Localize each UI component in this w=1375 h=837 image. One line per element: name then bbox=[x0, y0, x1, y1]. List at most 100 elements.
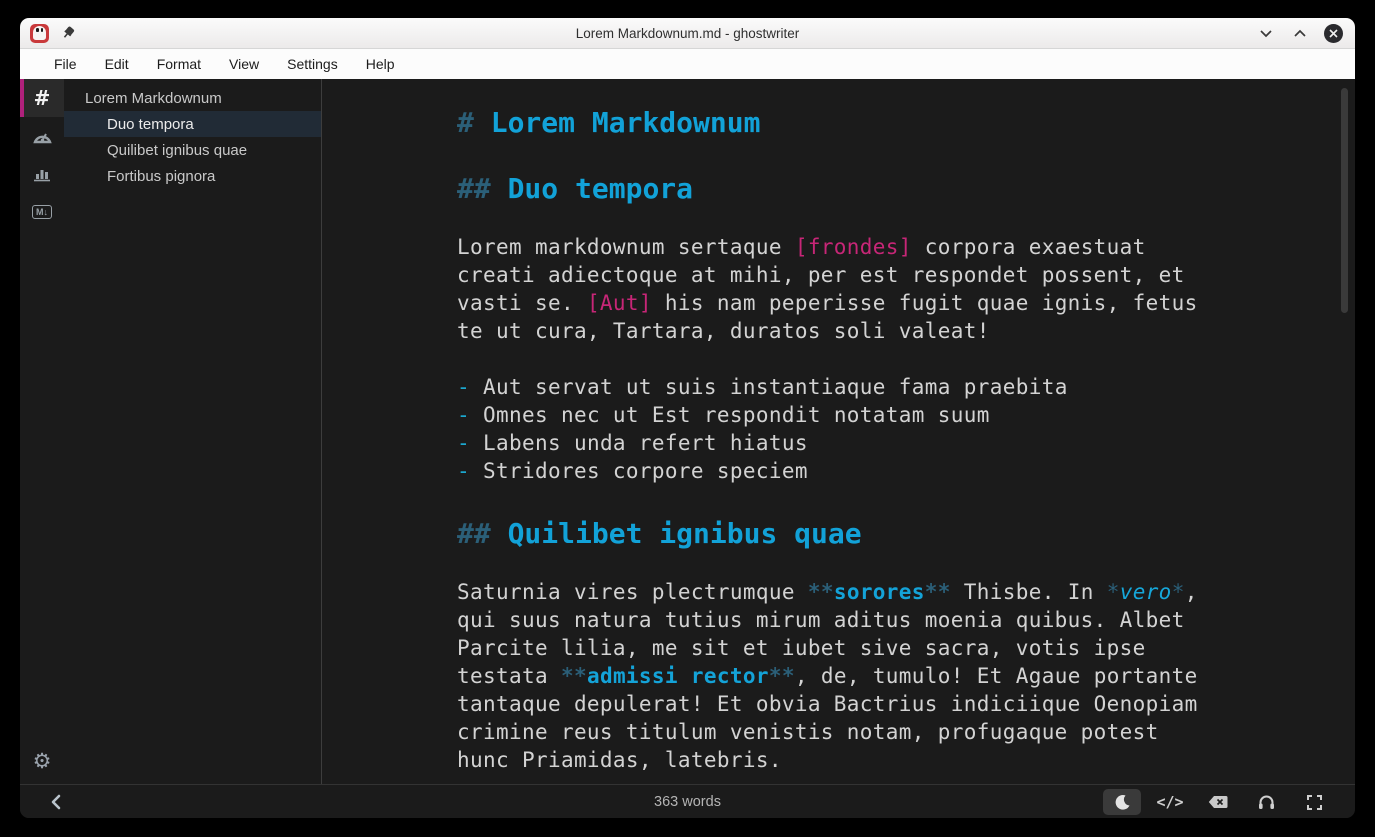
backspace-icon bbox=[1208, 795, 1228, 809]
gear-icon: ⚙ bbox=[33, 751, 52, 772]
text-segment: Aut servat ut suis instantiaque fama pra… bbox=[483, 375, 1068, 399]
text-segment: corpora exaestuat bbox=[912, 235, 1146, 259]
menu-edit[interactable]: Edit bbox=[91, 49, 143, 79]
text-segment: , de, tumulo! Et Agaue portante bbox=[795, 664, 1198, 688]
list-item: - Stridores corpore speciem bbox=[457, 457, 1198, 485]
text-line: Saturnia vires plectrumque **sorores** T… bbox=[457, 578, 1198, 606]
text-segment: [frondes] bbox=[795, 235, 912, 259]
list-item: - Aut servat ut suis instantiaque fama p… bbox=[457, 373, 1198, 401]
heading-marker: ## bbox=[457, 517, 508, 550]
maximize-button[interactable] bbox=[1290, 23, 1310, 43]
text-segment: crimine reus titulum venistis notam, pro… bbox=[457, 720, 1159, 744]
settings-button[interactable]: ⚙ bbox=[20, 744, 64, 778]
editor-pane[interactable]: # Lorem Markdownum ## Duo tempora Lorem ma… bbox=[322, 79, 1355, 784]
text-segment: hunc Priamidas, latebris. bbox=[457, 748, 782, 772]
menubar: FileEditFormatViewSettingsHelp bbox=[20, 49, 1355, 79]
outline-item[interactable]: Duo tempora bbox=[64, 111, 321, 137]
text-segment: - bbox=[457, 459, 483, 483]
editor-content: # Lorem Markdownum ## Duo tempora Lorem ma… bbox=[457, 105, 1198, 784]
outline-item[interactable]: Quilibet ignibus quae bbox=[64, 137, 321, 163]
menu-format[interactable]: Format bbox=[143, 49, 215, 79]
menu-view[interactable]: View bbox=[215, 49, 273, 79]
text-segment: Parcite lilia, me sit et iubet sive sacr… bbox=[457, 636, 1146, 660]
hide-sidebar-button[interactable] bbox=[50, 794, 62, 810]
text-segment: vero bbox=[1120, 580, 1172, 604]
text-segment: Labens unda refert hiatus bbox=[483, 431, 808, 455]
heading-text: Lorem Markdownum bbox=[491, 106, 761, 139]
close-button[interactable] bbox=[1324, 24, 1343, 43]
text-segment: Lorem markdownum sertaque bbox=[457, 235, 795, 259]
paragraph: Saturnia vires plectrumque **sorores** T… bbox=[457, 578, 1198, 774]
tab-document-statistics[interactable] bbox=[20, 155, 64, 193]
text-segment: ** bbox=[561, 664, 587, 688]
fullscreen-icon bbox=[1307, 795, 1322, 810]
headphones-icon bbox=[1258, 794, 1275, 810]
text-segment: * bbox=[1172, 580, 1185, 604]
text-segment: te ut cura, Tartara, duratos soli valeat… bbox=[457, 319, 990, 343]
text-segment: , bbox=[1185, 580, 1198, 604]
hash-icon: # bbox=[34, 86, 51, 110]
text-segment: Stridores corpore speciem bbox=[483, 459, 808, 483]
text-segment: - bbox=[457, 375, 483, 399]
text-line: Lorem markdownum sertaque [frondes] corp… bbox=[457, 233, 1198, 261]
text-segment: tantaque depulerat! Et obvia Bactrius in… bbox=[457, 692, 1198, 716]
text-segment: Omnes nec ut Est respondit notatam suum bbox=[483, 403, 990, 427]
text-line: te ut cura, Tartara, duratos soli valeat… bbox=[457, 317, 1198, 345]
menu-file[interactable]: File bbox=[40, 49, 91, 79]
gauge-icon bbox=[33, 128, 52, 144]
outline-panel: Lorem MarkdownumDuo temporaQuilibet igni… bbox=[64, 79, 321, 784]
text-segment: his nam peperisse fugit quae ignis, fetu… bbox=[652, 291, 1198, 315]
pin-icon[interactable] bbox=[61, 26, 75, 40]
heading-h2: ## Duo tempora bbox=[457, 171, 1198, 207]
menu-settings[interactable]: Settings bbox=[273, 49, 352, 79]
app-icon-ghost bbox=[30, 24, 49, 43]
hemingway-mode-toggle[interactable] bbox=[1199, 789, 1237, 815]
ghostwriter-window: Lorem Markdownum.md - ghostwriter FileEd… bbox=[20, 18, 1355, 818]
tab-session-statistics[interactable] bbox=[20, 117, 64, 155]
moon-icon bbox=[1114, 794, 1131, 811]
bullet-list: - Aut servat ut suis instantiaque fama p… bbox=[457, 373, 1198, 485]
text-line: Parcite lilia, me sit et iubet sive sacr… bbox=[457, 634, 1198, 662]
code-icon: </> bbox=[1156, 793, 1183, 811]
sidebar-icon-strip: # bbox=[20, 79, 64, 784]
tab-cheat-sheet[interactable]: M↓ bbox=[20, 193, 64, 231]
paragraph: Lorem markdownum sertaque [frondes] corp… bbox=[457, 233, 1198, 345]
heading-text: Duo tempora bbox=[508, 172, 693, 205]
list-item: - Omnes nec ut Est respondit notatam suu… bbox=[457, 401, 1198, 429]
fullscreen-toggle[interactable] bbox=[1295, 789, 1333, 815]
outline-item[interactable]: Lorem Markdownum bbox=[64, 85, 321, 111]
heading-text: Quilibet ignibus quae bbox=[508, 517, 862, 550]
outline-item[interactable]: Fortibus pignora bbox=[64, 163, 321, 189]
text-segment: Thisbe. In bbox=[951, 580, 1107, 604]
text-segment: Saturnia vires plectrumque bbox=[457, 580, 808, 604]
text-line: tantaque depulerat! Et obvia Bactrius in… bbox=[457, 690, 1198, 718]
text-segment: admissi rector bbox=[587, 664, 769, 688]
tab-outline[interactable]: # bbox=[20, 79, 64, 117]
text-segment: sorores bbox=[834, 580, 925, 604]
heading-h2: ## Quilibet ignibus quae bbox=[457, 516, 1198, 552]
text-line: creati adiectoque at mihi, per est respo… bbox=[457, 261, 1198, 289]
text-segment: ** bbox=[808, 580, 834, 604]
editor-scrollbar[interactable] bbox=[1341, 88, 1348, 313]
bar-chart-icon bbox=[33, 166, 51, 182]
text-segment: testata bbox=[457, 664, 561, 688]
text-line: testata **admissi rector**, de, tumulo! … bbox=[457, 662, 1198, 690]
text-segment: - bbox=[457, 431, 483, 455]
dark-mode-toggle[interactable] bbox=[1103, 789, 1141, 815]
minimize-button[interactable] bbox=[1256, 23, 1276, 43]
menu-help[interactable]: Help bbox=[352, 49, 409, 79]
heading-marker: # bbox=[457, 106, 491, 139]
text-segment: vasti se. bbox=[457, 291, 587, 315]
text-segment: [Aut] bbox=[587, 291, 652, 315]
focus-mode-toggle[interactable] bbox=[1247, 789, 1285, 815]
text-line: qui suus natura tutius mirum aditus moen… bbox=[457, 606, 1198, 634]
text-line: crimine reus titulum venistis notam, pro… bbox=[457, 718, 1198, 746]
list-item: - Labens unda refert hiatus bbox=[457, 429, 1198, 457]
statusbar: 363 words </> bbox=[20, 784, 1355, 818]
text-segment: creati adiectoque at mihi, per est respo… bbox=[457, 263, 1185, 287]
text-segment: * bbox=[1107, 580, 1120, 604]
markdown-icon: M↓ bbox=[32, 205, 52, 219]
text-segment: ** bbox=[769, 664, 795, 688]
html-preview-toggle[interactable]: </> bbox=[1151, 789, 1189, 815]
titlebar: Lorem Markdownum.md - ghostwriter bbox=[20, 18, 1355, 49]
